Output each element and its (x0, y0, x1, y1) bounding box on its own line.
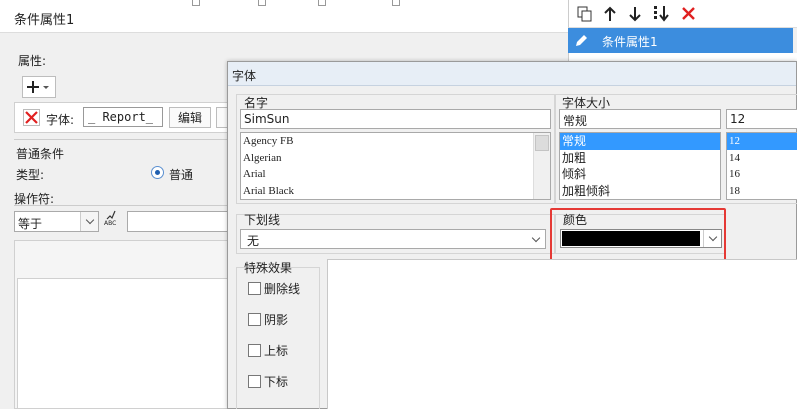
size-list-item[interactable]: 12 (727, 133, 797, 150)
move-bottom-icon[interactable] (653, 5, 671, 23)
font-size-input[interactable]: 12 (726, 109, 797, 129)
condition-list-item-selected[interactable]: 条件属性1 (568, 28, 793, 53)
style-list-item[interactable]: 加粗倾斜 (560, 183, 720, 200)
font-value-field: _ Report_ (83, 107, 163, 127)
underline-select[interactable]: 无 (240, 229, 546, 249)
window-title-bar: 条件属性1 (0, 0, 570, 33)
superscript-label: 上标 (264, 344, 289, 358)
delete-font-button[interactable] (23, 109, 40, 126)
type-normal-label: 普通 (169, 168, 194, 182)
size-list-item[interactable]: 16 (727, 166, 797, 183)
checkbox-box[interactable] (248, 282, 261, 295)
pencil-icon (576, 35, 587, 46)
window-title: 条件属性1 (14, 13, 75, 28)
shadow-checkbox[interactable]: 阴影 (248, 311, 288, 328)
properties-label: 属性: (18, 54, 47, 68)
top-toolbar-fragment (392, 0, 400, 6)
font-name-input[interactable]: SimSun (240, 109, 551, 129)
right-panel-toolbar (568, 0, 797, 28)
style-list-item[interactable]: 加粗 (560, 150, 720, 167)
size-list-item[interactable]: 14 (727, 150, 797, 167)
copy-icon[interactable] (577, 6, 593, 22)
font-list-item[interactable]: Agency FB (241, 133, 550, 150)
checkbox-box[interactable] (248, 344, 261, 357)
style-list-item[interactable]: 倾斜 (560, 166, 720, 183)
operator-value-input[interactable] (127, 211, 228, 232)
type-label: 类型: (16, 168, 45, 182)
font-list-item[interactable]: Arial (241, 166, 550, 183)
divider (14, 205, 227, 206)
font-style-input[interactable]: 常规 (559, 109, 721, 129)
operator-value: 等于 (18, 217, 43, 231)
add-dropdown-button[interactable] (22, 76, 56, 98)
condition-list (17, 278, 228, 409)
font-label: 字体: (46, 113, 75, 127)
edit-button[interactable]: 编辑 (169, 107, 211, 128)
style-list-item[interactable]: 常规 (560, 133, 720, 150)
font-list-scrollbar[interactable] (533, 133, 550, 199)
abc-formula-icon[interactable]: ABC (103, 210, 125, 232)
font-list-item[interactable]: Algerian (241, 150, 550, 167)
font-size-list[interactable]: 12 14 16 18 (726, 132, 797, 200)
font-name-list[interactable]: Agency FB Algerian Arial Arial Black (240, 132, 551, 200)
top-toolbar-fragment (318, 0, 326, 6)
font-dialog: 字体 名字 SimSun Agency FB Algerian Arial Ar… (227, 61, 797, 409)
chevron-down-icon (527, 230, 545, 248)
effects-label: 特殊效果 (244, 261, 293, 275)
font-style-list[interactable]: 常规 加粗 倾斜 加粗倾斜 (559, 132, 721, 200)
chevron-down-icon (80, 212, 98, 231)
operator-select[interactable]: 等于 (14, 211, 99, 232)
normal-condition-label: 普通条件 (16, 147, 65, 161)
condition-item-label: 条件属性1 (602, 35, 658, 49)
subscript-label: 下标 (264, 375, 289, 389)
dialog-title: 字体 (232, 69, 257, 83)
plus-icon (27, 81, 49, 93)
divider (14, 139, 227, 140)
size-list-item[interactable]: 18 (727, 183, 797, 200)
strikethrough-label: 删除线 (264, 282, 301, 296)
subscript-checkbox[interactable]: 下标 (248, 373, 288, 390)
shadow-label: 阴影 (264, 313, 289, 327)
arrow-up-icon[interactable] (604, 6, 616, 22)
underline-label: 下划线 (244, 213, 281, 227)
highlight-frame (550, 208, 726, 265)
abc-text: ABC (104, 220, 117, 227)
delete-x-icon (25, 111, 38, 124)
checkbox-box[interactable] (248, 313, 261, 326)
checkbox-box[interactable] (248, 375, 261, 388)
dialog-title-bar: 字体 (228, 62, 796, 86)
arrow-down-icon[interactable] (629, 6, 641, 22)
delete-x-icon[interactable] (681, 6, 696, 21)
superscript-checkbox[interactable]: 上标 (248, 342, 288, 359)
top-toolbar-fragment (192, 0, 200, 6)
top-toolbar-fragment (258, 0, 266, 6)
font-list-item[interactable]: Arial Black (241, 183, 550, 200)
font-preview-area (327, 259, 797, 409)
type-normal-radio[interactable] (151, 166, 164, 179)
strikethrough-checkbox[interactable]: 删除线 (248, 280, 300, 297)
underline-value: 无 (247, 234, 260, 248)
